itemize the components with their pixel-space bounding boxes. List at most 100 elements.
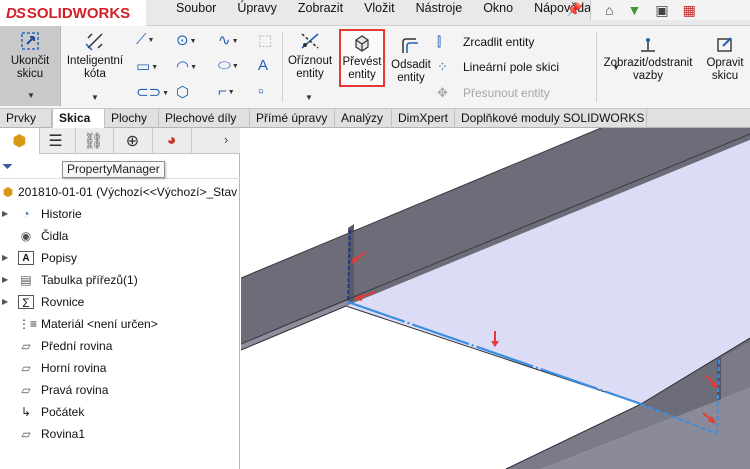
polygon-tool-icon[interactable]: ⬡ xyxy=(176,83,189,101)
dimxpert-manager-tab[interactable]: ⊕ xyxy=(113,128,153,154)
convert-entities-button[interactable]: Převést entity xyxy=(339,29,385,87)
graphics-viewport[interactable] xyxy=(241,128,750,469)
filter-icon[interactable]: ⏷ xyxy=(2,158,13,175)
repair-label-1: Opravit xyxy=(706,57,744,69)
tree-item-top-plane[interactable]: ▱ Horní rovina xyxy=(0,357,240,379)
smart-dimension-icon xyxy=(85,33,103,51)
save-icon[interactable]: ▣ xyxy=(655,2,668,19)
property-manager-icon: ☰ xyxy=(48,133,63,150)
tree-item-label: Rovina1 xyxy=(41,427,86,441)
smart-dimension-button[interactable]: Inteligentní kóta ▼ xyxy=(62,30,128,105)
mirror-entities-button[interactable]: ⫿ Zrcadlit entity xyxy=(437,34,534,50)
cut-list-icon: ▤ xyxy=(20,273,32,287)
solidworks-logo[interactable]: DS SOLIDWORKS xyxy=(0,0,146,26)
trim-entities-button[interactable]: Oříznout entity ▼ xyxy=(284,30,336,105)
repair-sketch-icon xyxy=(717,37,732,52)
slot-tool-icon[interactable]: ⊂⊃▼ xyxy=(136,83,169,101)
material-icon: ⋮≡ xyxy=(18,317,38,331)
point-tool-icon[interactable]: ▫ xyxy=(258,83,263,100)
print-icon[interactable]: ▦ xyxy=(683,2,696,19)
tree-root-part[interactable]: ⬢ 201810-01-01 (Výchozí<<Výchozí>_Stav z xyxy=(0,181,240,203)
tree-item-front-plane[interactable]: ▱ Přední rovina xyxy=(0,335,240,357)
pin-icon[interactable]: 📌 xyxy=(566,2,582,18)
plane-icon: ▱ xyxy=(21,383,31,397)
plane-icon: ▱ xyxy=(21,361,31,375)
expand-arrow-icon[interactable]: ▶ xyxy=(2,247,8,269)
feature-manager-tab[interactable]: ⬢ xyxy=(0,128,40,154)
model-view xyxy=(241,128,750,469)
tab-surfaces[interactable]: Plochy xyxy=(105,109,159,128)
menu-tools[interactable]: Nástroje xyxy=(416,0,463,20)
menu-window[interactable]: Okno xyxy=(483,0,513,20)
home-icon[interactable]: ⌂ xyxy=(605,2,613,18)
tree-item-annotations[interactable]: ▶ A Popisy xyxy=(0,247,240,269)
tree-item-right-plane[interactable]: ▱ Pravá rovina xyxy=(0,379,240,401)
convert-label-2: entity xyxy=(348,69,376,81)
tree-item-label: Čidla xyxy=(41,229,69,243)
expand-arrow-icon[interactable]: ▶ xyxy=(2,291,8,313)
trim-icon xyxy=(301,33,319,49)
repair-sketch-button[interactable]: Opravit skicu xyxy=(700,36,750,96)
tab-sheet-metal[interactable]: Plechové díly xyxy=(159,109,250,128)
tab-dimxpert[interactable]: DimXpert xyxy=(392,109,455,128)
property-manager-tab[interactable]: ☰ xyxy=(36,128,76,154)
menu-help[interactable]: Nápověda xyxy=(534,0,591,20)
tree-item-label: Počátek xyxy=(41,405,85,419)
rectangle-tool-icon[interactable]: ▭▼ xyxy=(136,57,158,75)
mirror-label: Zrcadlit entity xyxy=(463,35,535,49)
arc-tool-icon[interactable]: ◠▼ xyxy=(176,57,197,75)
tree-item-label: Pravá rovina xyxy=(41,383,109,397)
plane-icon: ▱ xyxy=(21,339,31,353)
tooltip: PropertyManager xyxy=(62,161,165,178)
tree-item-label: Přední rovina xyxy=(41,339,113,353)
command-manager: Ukončit skicu ▼ Inteligentní kóta ▼ ⟋▼ ⊙… xyxy=(0,26,750,109)
exit-sketch-button[interactable]: Ukončit skicu ▼ xyxy=(0,26,61,106)
tree-item-origin[interactable]: ↳ Počátek xyxy=(0,401,240,423)
ribbon-separator xyxy=(596,32,597,102)
chevron-right-icon[interactable]: › xyxy=(224,132,228,147)
menu-file[interactable]: Soubor xyxy=(176,0,216,20)
tree-item-equations[interactable]: ▶ Σ Rovnice xyxy=(0,291,240,313)
exit-sketch-label-2: skicu xyxy=(16,68,44,80)
tree-item-plane1[interactable]: ▱ Rovina1 xyxy=(0,423,240,445)
display-manager-tab[interactable]: ◕ xyxy=(152,128,192,154)
tab-features[interactable]: Prvky xyxy=(0,109,52,128)
menu-view[interactable]: Zobrazit xyxy=(298,0,343,20)
tab-direct-editing[interactable]: Přímé úpravy xyxy=(250,109,335,128)
expand-arrow-icon[interactable]: ▶ xyxy=(2,203,8,225)
annotation-icon: A xyxy=(18,251,34,265)
new-document-icon[interactable]: ▼ xyxy=(627,2,641,18)
chevron-down-icon[interactable]: ▼ xyxy=(91,91,99,104)
tree-item-history[interactable]: ▶ ◔ Historie xyxy=(0,203,240,225)
feature-manager-pane: ⬢ ☰ ⛓ ⊕ ◕ › ⏷ PropertyManager ⬢ 201810-0… xyxy=(0,128,240,469)
sketch-fillet-disabled-icon: ⬚ xyxy=(258,32,273,49)
tree-item-sensors[interactable]: ◉ Čidla xyxy=(0,225,240,247)
line-tool-icon[interactable]: ⟋▼ xyxy=(136,31,154,48)
tab-sketch[interactable]: Skica xyxy=(52,109,105,129)
manager-tabs: ⬢ ☰ ⛓ ⊕ ◕ › xyxy=(0,128,240,154)
configuration-manager-tab[interactable]: ⛓ xyxy=(74,128,114,154)
tree-item-material[interactable]: ⋮≡ Materiál <není určen> xyxy=(0,313,240,335)
ellipse-tool-icon[interactable]: ⬭▼ xyxy=(218,57,239,74)
chevron-down-icon[interactable]: ▼ xyxy=(27,89,35,102)
spline-tool-icon[interactable]: ∿▼ xyxy=(218,31,239,49)
tree-item-cut-list[interactable]: ▶ ▤ Tabulka přířezů(1) xyxy=(0,269,240,291)
menu-insert[interactable]: Vložit xyxy=(364,0,395,20)
linear-pattern-button[interactable]: ⁘ Lineární pole skici ▼ xyxy=(437,59,620,75)
tab-evaluate[interactable]: Analýzy xyxy=(335,109,392,128)
quick-access-toolbar: ⌂ ▼ ▣ ▦ xyxy=(590,0,750,20)
display-relations-label-2: vazby xyxy=(632,70,664,82)
menu-edit[interactable]: Úpravy xyxy=(237,0,277,20)
tree-item-label: Horní rovina xyxy=(41,361,107,375)
text-tool-icon[interactable]: A xyxy=(258,57,268,74)
exit-sketch-icon xyxy=(21,32,39,50)
feature-manager-icon: ⬢ xyxy=(12,133,27,150)
fillet-tool-icon[interactable]: ⌐▼ xyxy=(218,83,235,100)
display-relations-button[interactable]: Zobrazit/odstranit vazby xyxy=(598,36,698,96)
circle-tool-icon[interactable]: ⊙▼ xyxy=(176,31,197,49)
offset-entities-button[interactable]: Odsadit entity xyxy=(389,36,433,96)
chevron-down-icon[interactable]: ▼ xyxy=(305,91,313,104)
expand-arrow-icon[interactable]: ▶ xyxy=(2,269,8,291)
equations-icon: Σ xyxy=(18,295,34,310)
tab-solidworks-addins[interactable]: Doplňkové moduly SOLIDWORKS xyxy=(455,109,647,128)
